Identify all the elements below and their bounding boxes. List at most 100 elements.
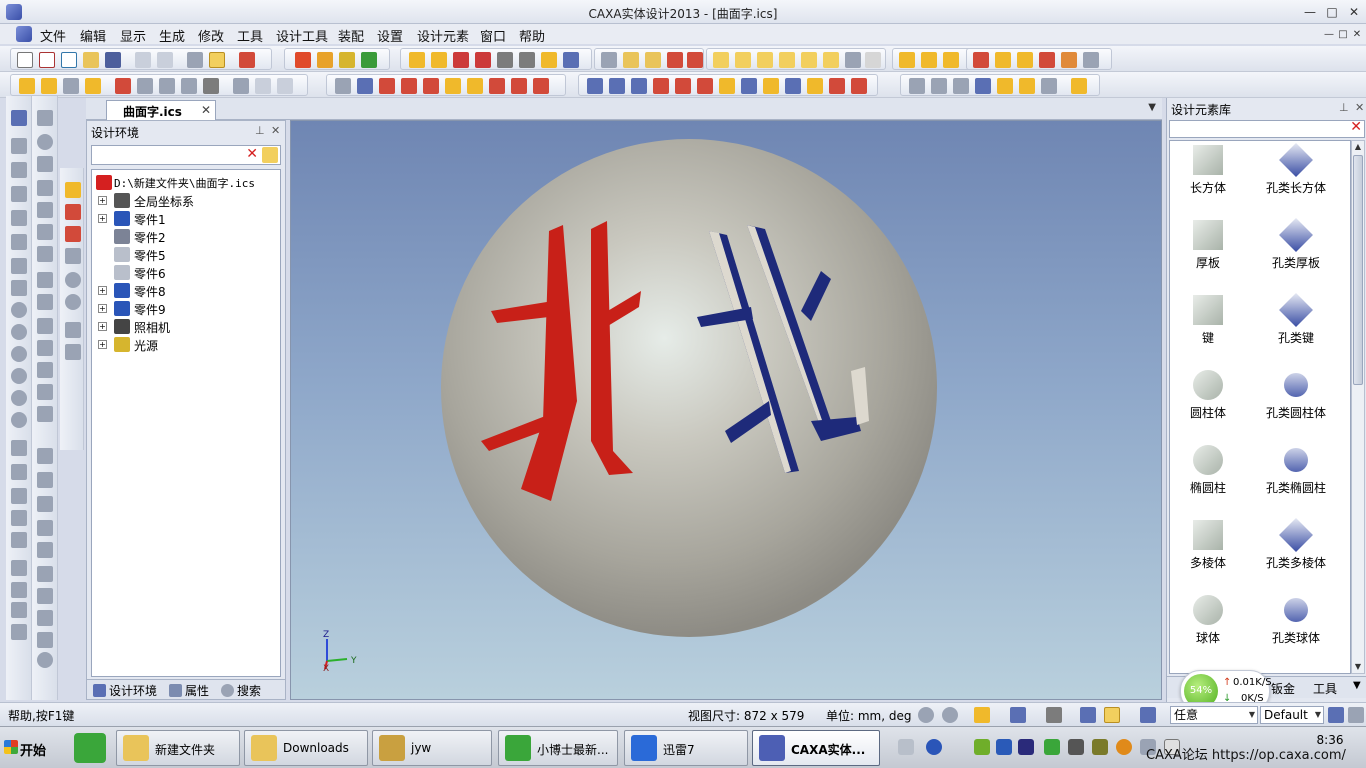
assembly-icon[interactable] xyxy=(41,78,57,94)
horizontal-icon[interactable] xyxy=(37,566,53,582)
circle-3pt-icon[interactable] xyxy=(11,324,27,340)
line-icon[interactable] xyxy=(11,162,27,178)
guide-surface-icon[interactable] xyxy=(675,78,691,94)
sum-icon[interactable] xyxy=(277,78,293,94)
ruled-surface-icon[interactable] xyxy=(609,78,625,94)
library-item[interactable]: 孔类圆柱体 xyxy=(1244,368,1348,421)
monitor-icon[interactable] xyxy=(1018,739,1034,755)
menu-display[interactable]: 显示 xyxy=(120,26,146,45)
close-tab-icon[interactable]: ✕ xyxy=(201,103,211,117)
filter-select[interactable]: 任意 ▼ xyxy=(1170,706,1258,724)
expand-icon[interactable]: + xyxy=(98,214,107,223)
offset-icon[interactable] xyxy=(37,202,53,218)
menu-assembly[interactable]: 装配 xyxy=(338,26,364,45)
bridge-icon[interactable] xyxy=(533,78,549,94)
ellipse-icon[interactable] xyxy=(11,412,27,428)
expand-icon[interactable]: + xyxy=(98,286,107,295)
new-file-icon[interactable] xyxy=(17,52,33,68)
sheet-block-icon[interactable] xyxy=(1071,78,1087,94)
table-icon[interactable] xyxy=(255,78,271,94)
loft-icon[interactable] xyxy=(475,52,491,68)
nvidia-icon[interactable] xyxy=(974,739,990,755)
render-icon[interactable] xyxy=(845,52,861,68)
angle-icon[interactable] xyxy=(65,248,81,264)
chamfer-icon[interactable] xyxy=(519,52,535,68)
library-item[interactable]: 孔类多棱体 xyxy=(1244,518,1348,571)
diamond-icon[interactable] xyxy=(11,258,27,274)
trim-icon[interactable] xyxy=(37,156,53,172)
library-item[interactable]: 孔类厚板 xyxy=(1244,218,1348,271)
tangent-icon[interactable] xyxy=(37,520,53,536)
maximize-button[interactable]: □ xyxy=(1322,4,1342,20)
database-icon[interactable] xyxy=(1083,52,1099,68)
ruler-icon[interactable] xyxy=(65,344,81,360)
radius-icon[interactable] xyxy=(65,294,81,310)
redo-icon[interactable] xyxy=(157,52,173,68)
move-icon[interactable] xyxy=(37,224,53,240)
paste-icon[interactable] xyxy=(181,78,197,94)
offset-surface-icon[interactable] xyxy=(719,78,735,94)
mirror-icon[interactable] xyxy=(203,78,219,94)
tree-options-icon[interactable] xyxy=(262,147,278,163)
layout-icon[interactable] xyxy=(1328,707,1344,723)
zoom-icon[interactable] xyxy=(918,707,934,723)
triad-icon[interactable] xyxy=(361,52,377,68)
library-item[interactable]: 厚板 xyxy=(1170,220,1246,271)
extend-icon[interactable] xyxy=(37,180,53,196)
insert-icon[interactable] xyxy=(85,78,101,94)
tree-item[interactable]: + 零件8 xyxy=(92,282,280,300)
shell-icon[interactable] xyxy=(541,52,557,68)
surface-curve-icon[interactable] xyxy=(445,78,461,94)
sweep-surface-icon[interactable] xyxy=(697,78,713,94)
polygon-icon[interactable] xyxy=(11,280,27,296)
form-icon[interactable] xyxy=(975,78,991,94)
spline-icon[interactable] xyxy=(357,78,373,94)
constraint-icon[interactable] xyxy=(37,448,53,464)
menu-settings[interactable]: 设置 xyxy=(377,26,403,45)
settings-icon[interactable] xyxy=(37,652,53,668)
perspective-icon[interactable] xyxy=(1046,707,1062,723)
top-view-icon[interactable] xyxy=(779,52,795,68)
library-item[interactable]: 孔类键 xyxy=(1244,293,1348,346)
library-item[interactable]: 孔类椭圆柱 xyxy=(1244,443,1348,496)
render-mode-icon[interactable] xyxy=(1080,707,1096,723)
arc-icon[interactable] xyxy=(401,78,417,94)
save-icon[interactable] xyxy=(105,52,121,68)
draft-icon[interactable] xyxy=(563,52,579,68)
bottom-view-icon[interactable] xyxy=(823,52,839,68)
menu-help[interactable]: 帮助 xyxy=(519,26,545,45)
bspline-icon[interactable] xyxy=(11,560,27,576)
section-icon[interactable] xyxy=(601,52,617,68)
equation-curve-icon[interactable] xyxy=(11,602,27,618)
tree-item[interactable]: D:\新建文件夹\曲面字.ics xyxy=(92,174,280,192)
diameter-icon[interactable] xyxy=(65,272,81,288)
shield-icon[interactable] xyxy=(1044,739,1060,755)
document-tab[interactable]: 曲面字.ics ✕ xyxy=(106,100,216,120)
pull-surface-icon[interactable] xyxy=(653,78,669,94)
fix-icon[interactable] xyxy=(37,632,53,648)
interference-icon[interactable] xyxy=(1017,52,1033,68)
mass-icon[interactable] xyxy=(1039,52,1055,68)
view-red-icon[interactable] xyxy=(65,204,81,220)
perpendicular-icon[interactable] xyxy=(37,496,53,512)
sweep-icon[interactable] xyxy=(453,52,469,68)
block-icon[interactable] xyxy=(645,52,661,68)
view-eye-icon[interactable] xyxy=(65,226,81,242)
extrude-icon[interactable] xyxy=(409,52,425,68)
menu-generate[interactable]: 生成 xyxy=(159,26,185,45)
minimize-button[interactable]: — xyxy=(1300,4,1320,20)
scroll-down-icon[interactable]: ▼ xyxy=(1352,661,1364,673)
expand-icon[interactable]: + xyxy=(98,340,107,349)
measure-tool-icon[interactable] xyxy=(65,182,81,198)
shade-icon[interactable] xyxy=(1010,707,1026,723)
taskbar-button[interactable]: jyw xyxy=(372,730,492,766)
unfold-icon[interactable] xyxy=(953,78,969,94)
layout-3-icon[interactable] xyxy=(943,52,959,68)
flange-icon[interactable] xyxy=(909,78,925,94)
mdi-close-button[interactable]: ✕ xyxy=(1350,28,1364,42)
library-item[interactable]: 椭圆柱 xyxy=(1170,445,1246,496)
coincident-icon[interactable] xyxy=(37,610,53,626)
extend-surface-icon[interactable] xyxy=(741,78,757,94)
fillet-2d-icon[interactable] xyxy=(37,272,53,288)
keyboard-icon[interactable] xyxy=(898,739,914,755)
